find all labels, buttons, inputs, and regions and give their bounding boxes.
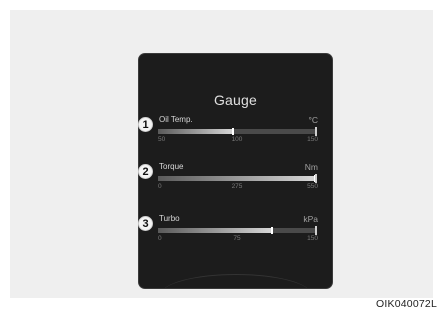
tick-mid: 275 (232, 183, 243, 190)
gauge-torque: Torque Nm 0 275 550 (139, 162, 333, 204)
gauge-label: Torque (159, 162, 183, 171)
gauge-unit: °C (308, 115, 318, 125)
gauge-label: Turbo (159, 214, 180, 223)
callout-marker-3: 3 (138, 216, 153, 231)
callout-marker-1: 1 (138, 117, 153, 132)
tick-mid: 100 (232, 136, 243, 143)
gauge-unit: kPa (303, 214, 318, 224)
gauge-endcap (315, 174, 317, 183)
gauge-marker (271, 227, 273, 234)
gauge-fill (158, 228, 273, 233)
tick-min: 0 (158, 235, 162, 242)
gauge-oil-temp: Oil Temp. °C 50 100 150 (139, 115, 333, 157)
figure-frame: Gauge Oil Temp. °C 50 100 150 Torque Nm … (10, 10, 433, 298)
gauge-endcap (315, 127, 317, 136)
tick-min: 50 (158, 136, 165, 143)
gauge-fill (158, 129, 234, 134)
callout-marker-2: 2 (138, 164, 153, 179)
gauge-track (158, 129, 316, 134)
tick-max: 150 (307, 235, 318, 242)
tick-min: 0 (158, 183, 162, 190)
cluster-screen: Gauge Oil Temp. °C 50 100 150 Torque Nm … (138, 53, 333, 289)
gauge-track (158, 176, 316, 181)
gauge-unit: Nm (305, 162, 318, 172)
gauge-marker (232, 128, 234, 135)
tick-max: 550 (307, 183, 318, 190)
gauge-turbo: Turbo kPa 0 75 150 (139, 214, 333, 256)
screen-title: Gauge (139, 92, 332, 108)
gauge-endcap (315, 226, 317, 235)
gauge-track (158, 228, 316, 233)
tick-max: 150 (307, 136, 318, 143)
tick-mid: 75 (233, 235, 240, 242)
decorative-arc (161, 274, 311, 289)
gauge-label: Oil Temp. (159, 115, 193, 124)
gauge-fill (158, 176, 316, 181)
figure-code: OIK040072L (376, 298, 437, 310)
